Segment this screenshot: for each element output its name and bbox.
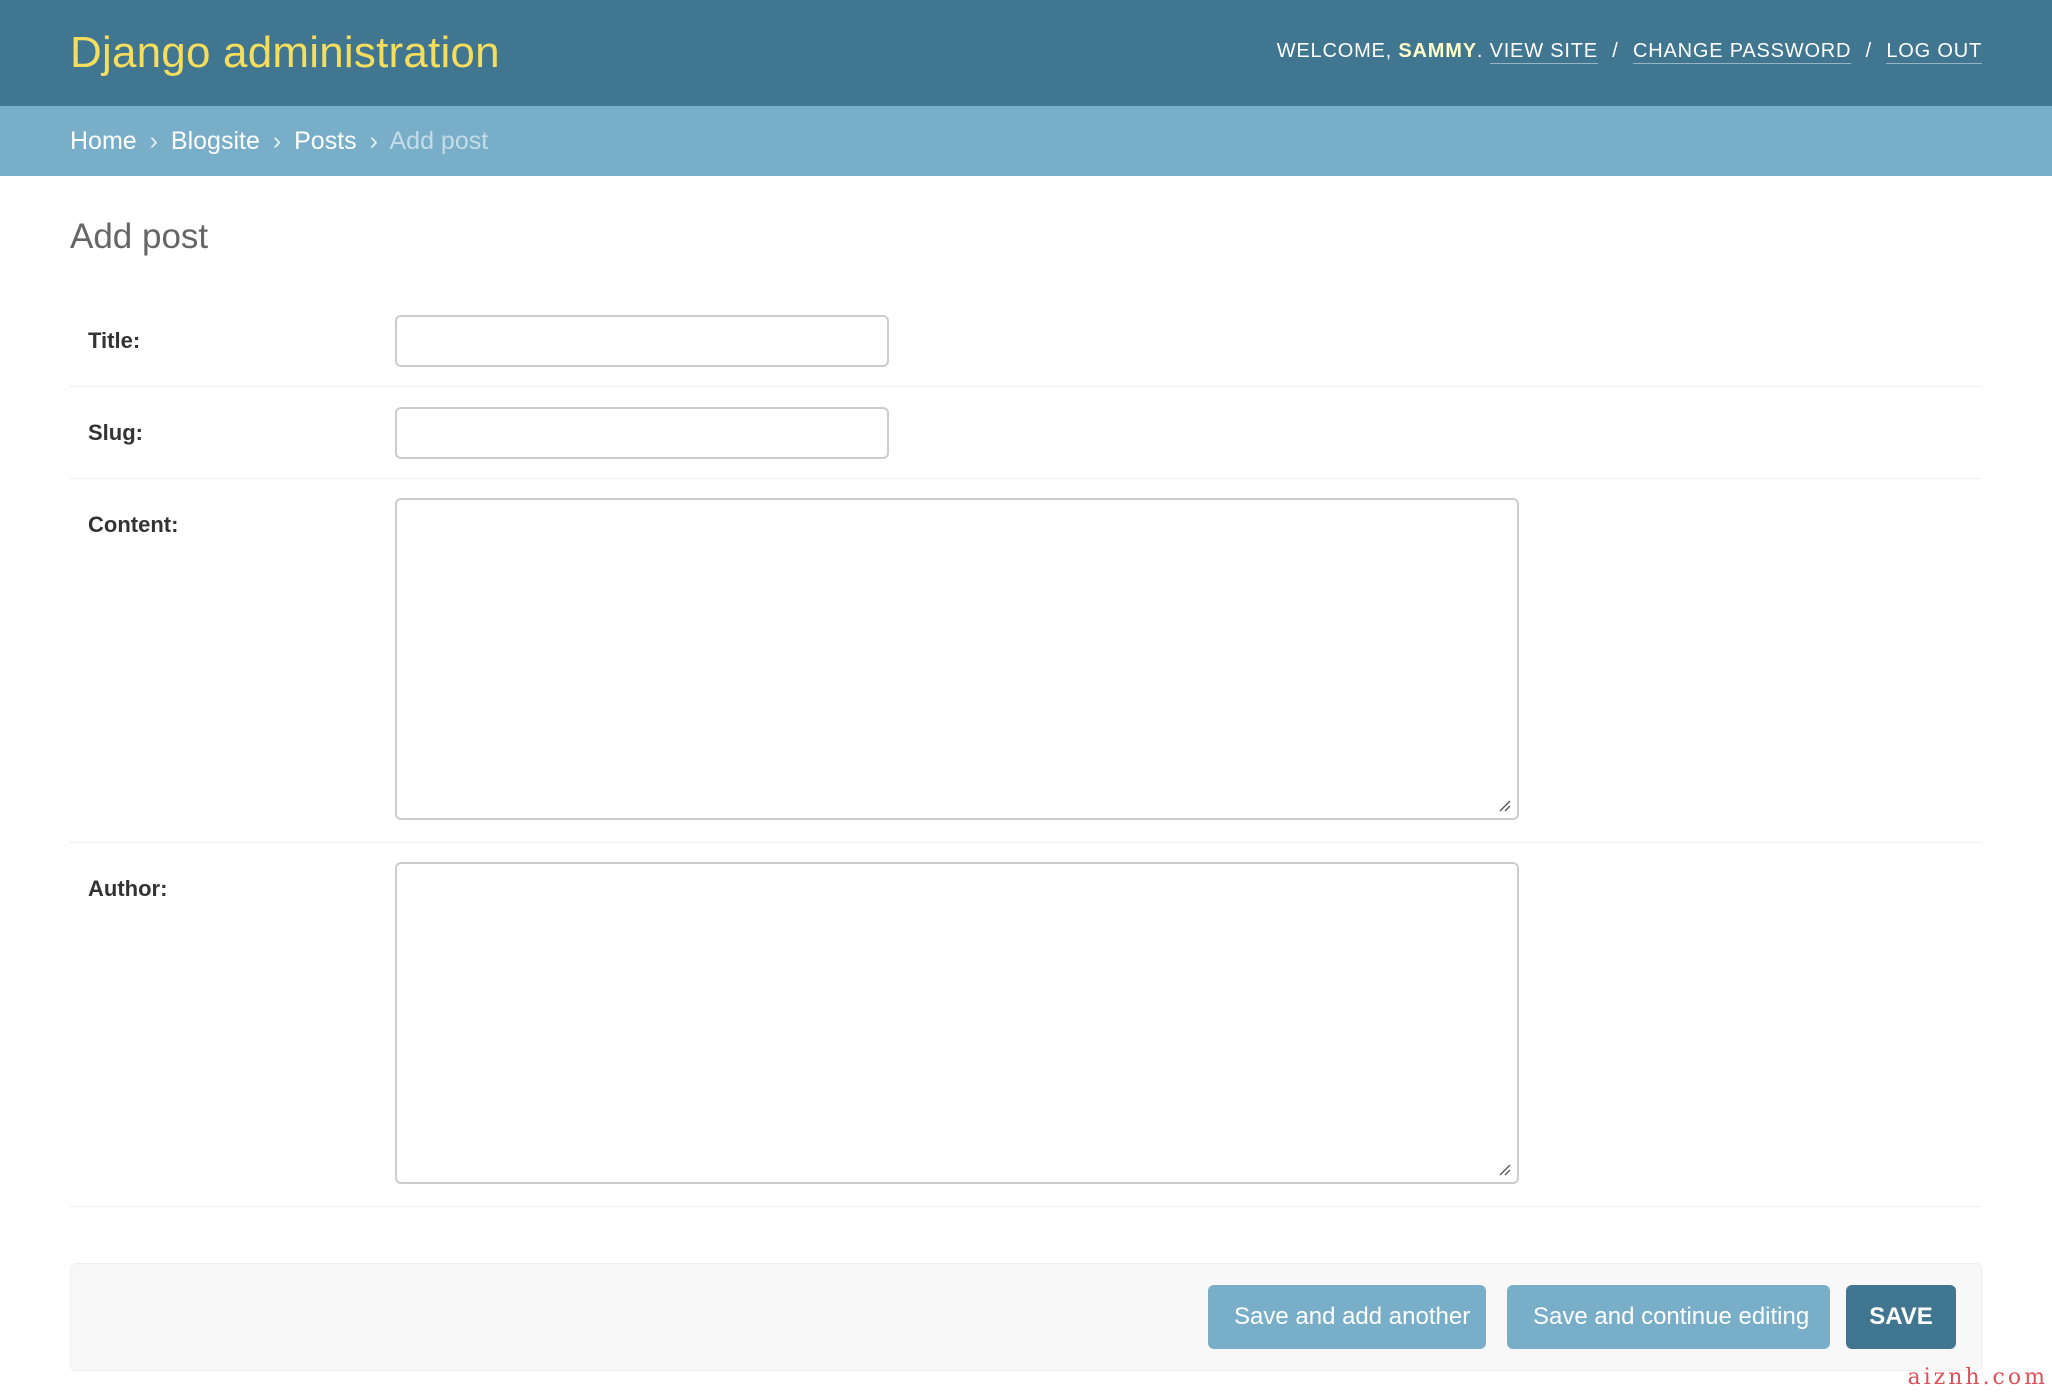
breadcrumb: Home › Blogsite › Posts › Add post bbox=[0, 106, 2052, 176]
user-tools-separator: / bbox=[1612, 40, 1619, 62]
author-label: Author: bbox=[88, 876, 168, 901]
breadcrumb-home[interactable]: Home bbox=[70, 127, 137, 155]
form-row-author: Author: bbox=[70, 843, 1982, 1207]
resize-handle-icon[interactable] bbox=[1497, 1162, 1511, 1176]
save-button[interactable]: Save bbox=[1846, 1285, 1956, 1349]
user-tools-separator: / bbox=[1865, 40, 1873, 62]
watermark: aiznh.com bbox=[1907, 1365, 2048, 1390]
save-and-add-another-button[interactable]: Save and add another bbox=[1208, 1285, 1486, 1349]
breadcrumb-blogsite[interactable]: Blogsite bbox=[171, 127, 260, 155]
breadcrumb-separator: › bbox=[149, 127, 158, 155]
page-title: Add post bbox=[70, 217, 209, 256]
header: Django administration Welcome, Sammy. Vi… bbox=[0, 0, 2052, 106]
slug-input[interactable] bbox=[395, 407, 889, 459]
submit-row: Save and add another Save and continue e… bbox=[70, 1263, 1982, 1371]
form-row-title: Title: bbox=[70, 300, 1982, 387]
form-row-slug: Slug: bbox=[70, 387, 1982, 479]
welcome-period: . bbox=[1476, 40, 1490, 62]
author-textarea[interactable] bbox=[395, 862, 1519, 1184]
breadcrumb-current: Add post bbox=[389, 127, 489, 155]
resize-handle-icon[interactable] bbox=[1497, 798, 1511, 812]
title-label: Title: bbox=[88, 328, 141, 353]
form-row-content: Content: bbox=[70, 479, 1982, 843]
log-out-link[interactable]: Log out bbox=[1886, 40, 1982, 64]
title-input[interactable] bbox=[395, 315, 889, 367]
view-site-link[interactable]: View site bbox=[1489, 40, 1598, 64]
site-branding[interactable]: Django administration bbox=[70, 28, 500, 78]
user-tools: Welcome, Sammy. View site / Change passw… bbox=[1277, 36, 1982, 66]
breadcrumb-separator: › bbox=[369, 127, 378, 155]
breadcrumb-separator: › bbox=[272, 127, 282, 155]
content-label: Content: bbox=[88, 512, 179, 537]
welcome-text: Welcome, bbox=[1276, 40, 1393, 62]
username: Sammy bbox=[1398, 40, 1477, 62]
save-and-continue-editing-button[interactable]: Save and continue editing bbox=[1507, 1285, 1830, 1349]
change-password-link[interactable]: Change password bbox=[1632, 40, 1852, 64]
breadcrumb-posts[interactable]: Posts bbox=[294, 127, 357, 155]
content-textarea[interactable] bbox=[395, 498, 1519, 820]
slug-label: Slug: bbox=[88, 420, 143, 445]
